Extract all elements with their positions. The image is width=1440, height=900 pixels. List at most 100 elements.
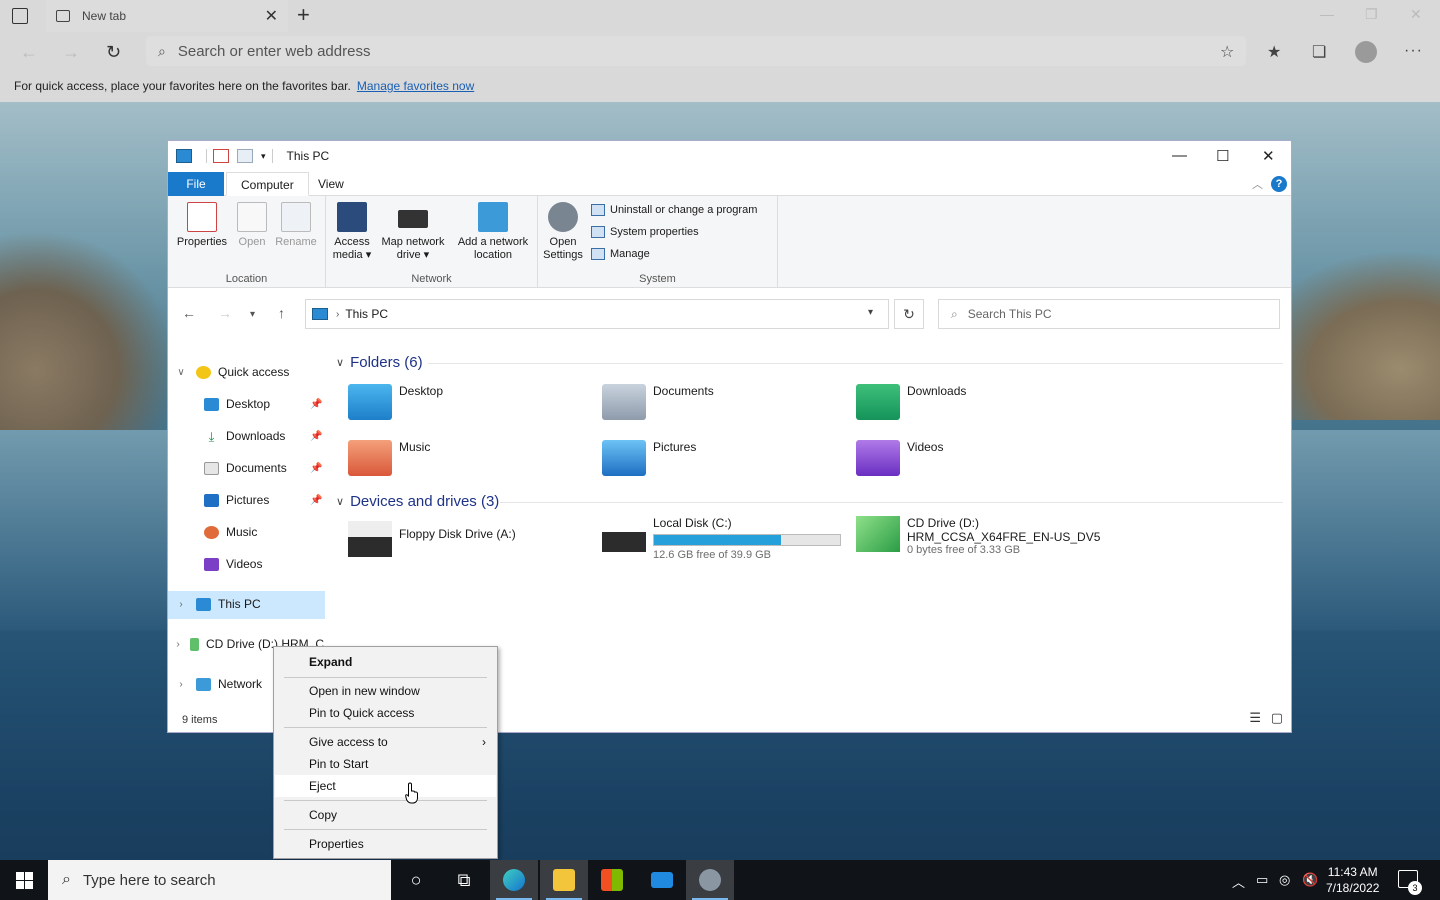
- mail-icon[interactable]: [638, 860, 686, 900]
- network-globe-icon[interactable]: ◎: [1279, 872, 1290, 888]
- explorer-close-icon[interactable]: ✕: [1262, 147, 1275, 165]
- more-options-icon[interactable]: ···: [1404, 42, 1423, 60]
- drive-floppy[interactable]: Floppy Disk Drive (A:): [348, 521, 516, 557]
- taskbar-search-input[interactable]: ⌕ Type here to search: [48, 860, 391, 900]
- tab-actions-icon[interactable]: [12, 8, 28, 24]
- meet-now-icon[interactable]: ▭: [1256, 872, 1268, 888]
- explorer-back-icon[interactable]: ←: [182, 305, 196, 321]
- nav-item-quick-access[interactable]: ∨ Quick access: [174, 360, 289, 384]
- add-network-location-button[interactable]: Add a network location: [452, 202, 534, 262]
- nav-item-desktop[interactable]: Desktop 📌: [204, 392, 324, 416]
- add-favorite-icon[interactable]: ☆: [1220, 42, 1234, 62]
- back-arrow-icon[interactable]: ←: [20, 42, 38, 63]
- explorer-address-box[interactable]: › This PC: [305, 299, 889, 329]
- favorites-icon[interactable]: ★: [1267, 42, 1281, 62]
- folder-desktop[interactable]: Desktop: [348, 384, 443, 420]
- show-hidden-icons-icon[interactable]: ︿: [1232, 872, 1245, 891]
- folder-pictures[interactable]: Pictures: [602, 440, 696, 476]
- collapse-chevron-icon[interactable]: ∨: [336, 356, 344, 369]
- expand-chevron-icon[interactable]: ∨: [174, 367, 188, 378]
- browser-minimize-icon[interactable]: —: [1320, 6, 1334, 22]
- clock[interactable]: 11:43 AM 7/18/2022: [1326, 864, 1379, 896]
- tab-file[interactable]: File: [168, 172, 224, 196]
- browser-restore-icon[interactable]: ❐: [1365, 6, 1378, 23]
- up-arrow-icon[interactable]: ↑: [278, 305, 285, 321]
- menu-item-expand[interactable]: Expand: [275, 651, 496, 673]
- open-settings-button[interactable]: Open Settings: [538, 202, 588, 262]
- help-icon[interactable]: ?: [1271, 176, 1287, 192]
- new-tab-button[interactable]: +: [297, 4, 310, 26]
- store-icon[interactable]: [588, 860, 636, 900]
- settings-taskbar-icon[interactable]: [686, 860, 734, 900]
- drive-local-c[interactable]: Local Disk (C:) 12.6 GB free of 39.9 GB: [602, 516, 841, 561]
- explorer-minimize-icon[interactable]: —: [1172, 147, 1187, 164]
- explorer-maximize-icon[interactable]: ☐: [1216, 147, 1229, 165]
- qat-dropdown-icon[interactable]: ▾: [261, 151, 266, 162]
- collapse-chevron-icon[interactable]: ∨: [336, 495, 344, 508]
- menu-item-properties[interactable]: Properties: [275, 833, 496, 855]
- search-icon: ⌕: [62, 871, 71, 888]
- devices-group-header[interactable]: ∨ Devices and drives (3): [336, 493, 499, 510]
- nav-item-documents[interactable]: Documents 📌: [204, 456, 324, 480]
- nav-item-music[interactable]: Music: [204, 520, 257, 544]
- system-group-label: System: [639, 273, 676, 285]
- open-button[interactable]: Open: [232, 202, 272, 249]
- menu-item-pin-quick-access[interactable]: Pin to Quick access: [275, 702, 496, 724]
- profile-avatar[interactable]: [1355, 41, 1377, 63]
- tab-computer[interactable]: Computer: [226, 172, 309, 196]
- breadcrumb[interactable]: This PC: [345, 307, 388, 321]
- browser-tab[interactable]: New tab ✕: [46, 0, 288, 32]
- address-bar[interactable]: ⌕ Search or enter web address: [146, 36, 1246, 66]
- crumb-chevron-icon[interactable]: ›: [336, 309, 339, 320]
- details-view-icon[interactable]: ☰: [1249, 710, 1261, 725]
- drive-cd-d[interactable]: CD Drive (D:) HRM_CCSA_X64FRE_EN-US_DV5 …: [856, 516, 1100, 556]
- nav-item-network[interactable]: › Network: [174, 672, 262, 696]
- manage-favorites-link[interactable]: Manage favorites now: [357, 79, 474, 93]
- menu-item-give-access[interactable]: Give access to ›: [275, 731, 496, 753]
- folder-documents[interactable]: Documents: [602, 384, 714, 420]
- nav-item-this-pc[interactable]: › This PC: [174, 592, 260, 616]
- collections-icon[interactable]: ❏: [1312, 42, 1326, 62]
- uninstall-program-button[interactable]: Uninstall or change a program: [591, 204, 757, 216]
- folder-downloads[interactable]: Downloads: [856, 384, 966, 420]
- collapse-ribbon-icon[interactable]: ︿: [1252, 176, 1263, 192]
- expand-chevron-icon[interactable]: ›: [174, 639, 182, 650]
- menu-item-open-new-window[interactable]: Open in new window: [275, 680, 496, 702]
- nav-item-videos[interactable]: Videos: [204, 552, 262, 576]
- large-icons-view-icon[interactable]: ▢: [1271, 710, 1283, 725]
- address-dropdown-icon[interactable]: ▾: [868, 307, 873, 318]
- properties-button[interactable]: Properties: [174, 202, 230, 249]
- rename-button[interactable]: Rename: [272, 202, 320, 249]
- explorer-search-input[interactable]: ⌕ Search This PC: [938, 299, 1280, 329]
- explorer-forward-icon[interactable]: →: [218, 305, 232, 321]
- nav-item-pictures[interactable]: Pictures 📌: [204, 488, 324, 512]
- folder-videos[interactable]: Videos: [856, 440, 943, 476]
- tab-view[interactable]: View: [304, 172, 358, 196]
- edge-browser-icon[interactable]: [490, 860, 538, 900]
- cortana-icon[interactable]: ○: [392, 860, 440, 900]
- menu-item-pin-start[interactable]: Pin to Start: [275, 753, 496, 775]
- properties-quick-icon[interactable]: [213, 149, 229, 163]
- expand-chevron-icon[interactable]: ›: [174, 679, 188, 690]
- new-folder-quick-icon[interactable]: [237, 149, 253, 163]
- nav-item-downloads[interactable]: ⤓ Downloads 📌: [204, 424, 324, 448]
- system-properties-button[interactable]: System properties: [591, 226, 699, 238]
- forward-arrow-icon[interactable]: →: [62, 42, 80, 63]
- access-media-button[interactable]: Access media ▾: [330, 202, 374, 262]
- reload-icon[interactable]: ↻: [106, 42, 121, 63]
- menu-item-eject[interactable]: Eject: [275, 775, 496, 797]
- recent-locations-icon[interactable]: ▾: [250, 309, 255, 320]
- start-windows-icon[interactable]: [16, 872, 33, 889]
- folders-group-header[interactable]: ∨ Folders (6): [336, 354, 423, 371]
- expand-chevron-icon[interactable]: ›: [174, 599, 188, 610]
- volume-muted-icon[interactable]: 🔇: [1302, 872, 1318, 888]
- refresh-button[interactable]: ↻: [894, 299, 924, 329]
- menu-item-copy[interactable]: Copy: [275, 804, 496, 826]
- manage-button[interactable]: Manage: [591, 248, 650, 260]
- file-explorer-taskbar-icon[interactable]: [540, 860, 588, 900]
- folder-music[interactable]: Music: [348, 440, 430, 476]
- browser-close-icon[interactable]: ✕: [1410, 6, 1422, 23]
- map-network-drive-button[interactable]: Map network drive ▾: [376, 202, 450, 262]
- tab-close-icon[interactable]: ✕: [265, 6, 278, 26]
- task-view-icon[interactable]: ⧉: [440, 860, 488, 900]
